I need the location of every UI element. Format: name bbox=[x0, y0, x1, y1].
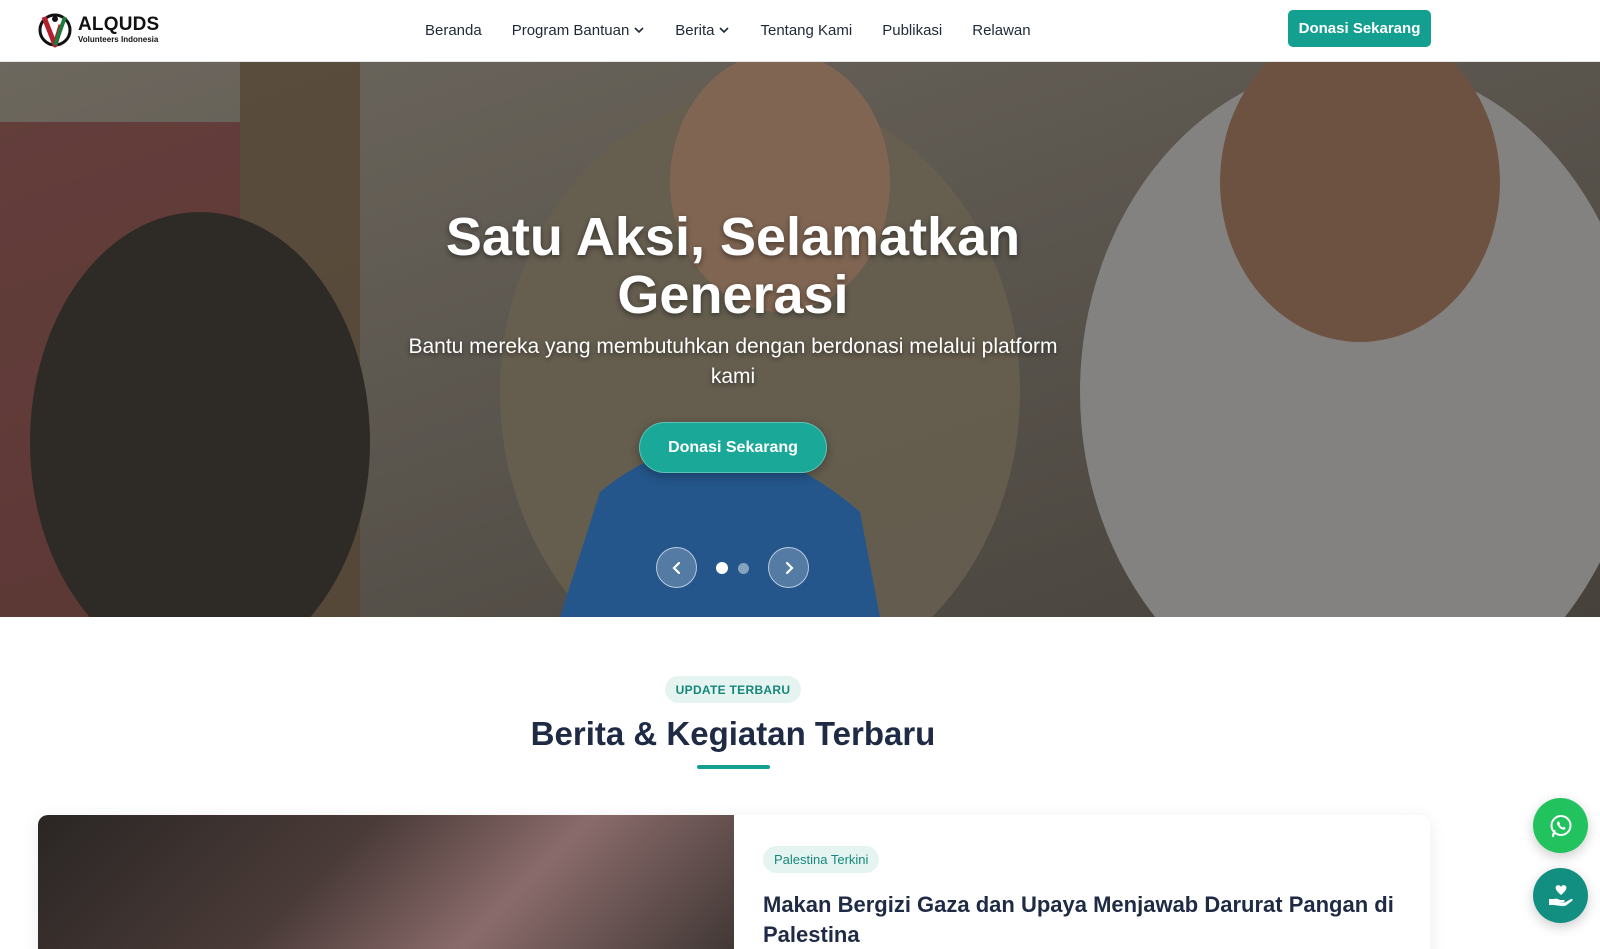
whatsapp-icon bbox=[1550, 814, 1571, 837]
carousel-dot-1[interactable] bbox=[716, 562, 728, 574]
hero-donate-button[interactable]: Donasi Sekarang bbox=[639, 422, 827, 473]
donate-now-header-button[interactable]: Donasi Sekarang bbox=[1288, 10, 1431, 47]
logo-mark-icon bbox=[38, 13, 72, 48]
carousel-dot-2[interactable] bbox=[738, 563, 749, 574]
brand-subtitle: Volunteers Indonesia bbox=[78, 34, 159, 44]
nav-label: Berita bbox=[675, 21, 715, 39]
title-underline bbox=[697, 765, 770, 769]
nav-item-relawan[interactable]: Relawan bbox=[972, 19, 1030, 41]
nav-item-publikasi[interactable]: Publikasi bbox=[882, 19, 942, 41]
nav-label: Publikasi bbox=[882, 21, 943, 39]
nav-item-beranda[interactable]: Beranda bbox=[425, 19, 482, 41]
hero-title-line: Satu Aksi, Selamatkan bbox=[445, 207, 1021, 267]
nav-label: Tentang Kami bbox=[760, 21, 853, 39]
carousel-next-button[interactable] bbox=[768, 547, 809, 588]
nav-label: Program Bantuan bbox=[511, 21, 630, 39]
news-image bbox=[38, 815, 734, 949]
brand-name: ALQUDS bbox=[78, 13, 160, 35]
whatsapp-float-button[interactable] bbox=[1533, 798, 1588, 853]
main-nav: Beranda Program Bantuan Berita Tentang K… bbox=[425, 19, 1031, 41]
hero-carousel: Satu Aksi, Selamatkan Generasi Bantu mer… bbox=[0, 62, 1600, 617]
donate-float-button[interactable] bbox=[1533, 868, 1588, 923]
news-title[interactable]: Makan Bergizi Gaza dan Upaya Menjawab Da… bbox=[763, 890, 1403, 949]
carousel-prev-button[interactable] bbox=[656, 547, 697, 588]
hero-subtitle-line: kami bbox=[710, 365, 756, 388]
site-header: ALQUDS Volunteers Indonesia Beranda Prog… bbox=[0, 0, 1600, 62]
hero-title: Satu Aksi, Selamatkan Generasi bbox=[0, 208, 1466, 324]
chevron-down-icon bbox=[719, 27, 730, 34]
nav-label: Beranda bbox=[425, 21, 482, 39]
hero-subtitle: Bantu mereka yang membutuhkan dengan ber… bbox=[0, 332, 1466, 392]
chevron-down-icon bbox=[634, 27, 644, 34]
nav-item-berita[interactable]: Berita bbox=[675, 19, 730, 41]
nav-item-program-bantuan[interactable]: Program Bantuan bbox=[512, 19, 646, 41]
section-title: Berita & Kegiatan Terbaru bbox=[530, 715, 936, 752]
chevron-right-icon bbox=[785, 561, 794, 574]
nav-item-tentang-kami[interactable]: Tentang Kami bbox=[760, 19, 852, 41]
brand-logo[interactable]: ALQUDS Volunteers Indonesia bbox=[38, 9, 159, 49]
nav-label: Relawan bbox=[972, 21, 1031, 39]
hero-title-line: Generasi bbox=[617, 265, 849, 325]
chevron-left-icon bbox=[671, 561, 680, 574]
hero-subtitle-line: Bantu mereka yang membutuhkan dengan ber… bbox=[408, 335, 1058, 358]
featured-news-card[interactable]: Palestina Terkini Makan Bergizi Gaza dan… bbox=[38, 815, 1430, 949]
section-badge: UPDATE TERBARU bbox=[665, 676, 801, 703]
news-category-tag[interactable]: Palestina Terkini bbox=[763, 846, 880, 873]
hand-heart-icon bbox=[1548, 884, 1573, 906]
